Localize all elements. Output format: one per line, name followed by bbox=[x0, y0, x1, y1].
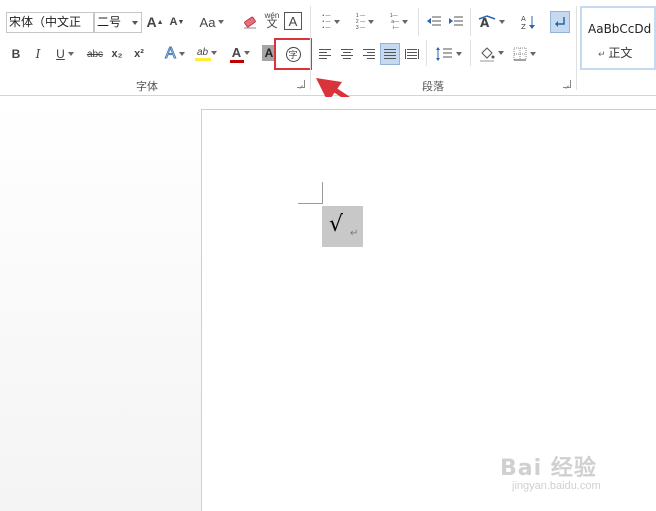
distributed-icon bbox=[405, 49, 419, 59]
chevron-down-icon bbox=[132, 21, 138, 25]
grow-font-button[interactable]: A ▲ bbox=[146, 12, 164, 32]
align-left-button[interactable] bbox=[316, 44, 334, 64]
bold-icon: B bbox=[11, 47, 21, 61]
font-color-icon: A bbox=[231, 45, 242, 60]
shrink-font-button[interactable]: A ▼ bbox=[168, 12, 186, 32]
strikethrough-button[interactable]: abc bbox=[84, 44, 106, 64]
font-size-value: 二号 bbox=[97, 15, 122, 29]
style-normal-card[interactable]: AaBbCcDd ↵ 正文 bbox=[580, 6, 656, 70]
group-divider bbox=[576, 6, 577, 90]
group-divider bbox=[426, 40, 427, 66]
document-area: √ ↵ bbox=[0, 97, 656, 511]
align-center-icon bbox=[341, 49, 353, 59]
grow-font-icon: A bbox=[146, 14, 157, 30]
numbering-button[interactable]: 1 ― 2 ― 3 ― bbox=[350, 12, 380, 32]
italic-button[interactable]: I bbox=[30, 44, 46, 64]
align-center-button[interactable] bbox=[338, 44, 356, 64]
line-spacing-icon bbox=[435, 47, 452, 61]
phonetic-bottom-label: 文 bbox=[266, 18, 278, 30]
annotation-highlight-box bbox=[274, 38, 312, 70]
paragraph-dialog-launcher[interactable] bbox=[563, 80, 571, 88]
paragraph-mark-icon: ↵ bbox=[598, 50, 609, 60]
group-divider bbox=[418, 8, 419, 36]
underline-button[interactable]: U bbox=[52, 44, 78, 64]
group-divider bbox=[470, 8, 471, 36]
superscript-icon: x² bbox=[134, 48, 144, 60]
font-name-combo[interactable]: 宋体（中文正 bbox=[6, 12, 94, 33]
decrease-indent-button[interactable] bbox=[424, 12, 444, 32]
subscript-button[interactable]: x₂ bbox=[108, 44, 126, 64]
paragraph-group-label: 段落 bbox=[422, 80, 444, 93]
align-right-icon bbox=[363, 49, 375, 59]
font-dialog-launcher[interactable] bbox=[297, 80, 305, 88]
shrink-font-icon: A bbox=[169, 16, 178, 28]
font-color-bar bbox=[230, 60, 244, 63]
chinese-layout-button[interactable]: A bbox=[476, 12, 506, 32]
style-sample-text: AaBbCcDd bbox=[588, 22, 652, 36]
italic-icon: I bbox=[35, 47, 41, 61]
check-root-glyph: √ bbox=[329, 212, 344, 237]
clear-formatting-button[interactable] bbox=[240, 12, 260, 32]
align-right-button[interactable] bbox=[360, 44, 378, 64]
change-case-icon: Aa bbox=[199, 14, 216, 30]
font-name-value: 宋体（中文正 bbox=[9, 15, 82, 29]
numbering-icon: 1 ― 2 ― 3 ― bbox=[355, 13, 366, 31]
multilevel-list-icon: 1― a― i― bbox=[389, 13, 400, 31]
font-group-label: 字体 bbox=[136, 80, 158, 93]
group-divider bbox=[470, 40, 471, 66]
font-color-button[interactable]: A bbox=[226, 44, 256, 64]
crop-mark bbox=[298, 203, 322, 204]
phonetic-guide-button[interactable]: wén 文 bbox=[262, 10, 282, 30]
highlight-color-bar bbox=[195, 58, 211, 61]
show-paragraph-marks-button[interactable] bbox=[550, 11, 570, 33]
text-effects-icon: A bbox=[165, 45, 177, 63]
paint-bucket-icon bbox=[480, 46, 494, 59]
shading-button[interactable] bbox=[476, 44, 506, 64]
subscript-icon: x₂ bbox=[111, 48, 123, 60]
chinese-layout-icon: A bbox=[478, 15, 495, 29]
justify-icon bbox=[384, 49, 396, 59]
paragraph-mark-icon bbox=[555, 17, 565, 27]
sort-button[interactable]: A Z bbox=[518, 12, 538, 32]
justify-button[interactable] bbox=[380, 43, 400, 65]
text-effects-button[interactable]: A bbox=[160, 44, 190, 64]
watermark-logo: Bai 经验 bbox=[500, 456, 597, 481]
decrease-indent-icon bbox=[427, 16, 441, 26]
character-border-icon: A bbox=[288, 13, 298, 29]
svg-text:Z: Z bbox=[521, 23, 526, 30]
highlight-pen-icon: ab bbox=[196, 47, 209, 58]
borders-icon bbox=[513, 47, 526, 61]
bullets-icon: • ― • ― • ― bbox=[322, 13, 331, 31]
style-name-label: ↵ 正文 bbox=[598, 46, 633, 60]
shading-color-bar bbox=[480, 59, 494, 62]
line-spacing-button[interactable] bbox=[432, 44, 464, 64]
sort-icon: A Z bbox=[521, 15, 535, 30]
svg-text:A: A bbox=[521, 15, 526, 23]
character-border-button[interactable]: A bbox=[284, 12, 302, 30]
distributed-button[interactable] bbox=[403, 44, 421, 64]
eraser-icon bbox=[244, 16, 256, 29]
increase-indent-button[interactable] bbox=[446, 12, 466, 32]
bullets-button[interactable]: • ― • ― • ― bbox=[316, 12, 346, 32]
multilevel-list-button[interactable]: 1― a― i― bbox=[384, 12, 414, 32]
underline-icon: U bbox=[56, 47, 65, 61]
align-left-icon bbox=[319, 49, 331, 59]
bold-button[interactable]: B bbox=[8, 44, 24, 64]
text-highlight-button[interactable]: ab bbox=[192, 44, 222, 64]
increase-indent-icon bbox=[449, 16, 463, 26]
crop-mark bbox=[322, 182, 323, 204]
watermark-url: jingyan.baidu.com bbox=[512, 480, 601, 492]
paragraph-mark-icon: ↵ bbox=[350, 228, 359, 239]
strikethrough-icon: abc bbox=[86, 48, 104, 60]
superscript-button[interactable]: x² bbox=[130, 44, 148, 64]
character-shading-icon: A bbox=[264, 46, 274, 60]
selected-character[interactable]: √ ↵ bbox=[322, 206, 363, 247]
font-size-combo[interactable]: 二号 bbox=[94, 12, 142, 33]
change-case-button[interactable]: Aa bbox=[196, 12, 228, 32]
baidu-watermark: Bai 经验 jingyan.baidu.com bbox=[500, 450, 601, 492]
borders-button[interactable] bbox=[508, 44, 540, 64]
